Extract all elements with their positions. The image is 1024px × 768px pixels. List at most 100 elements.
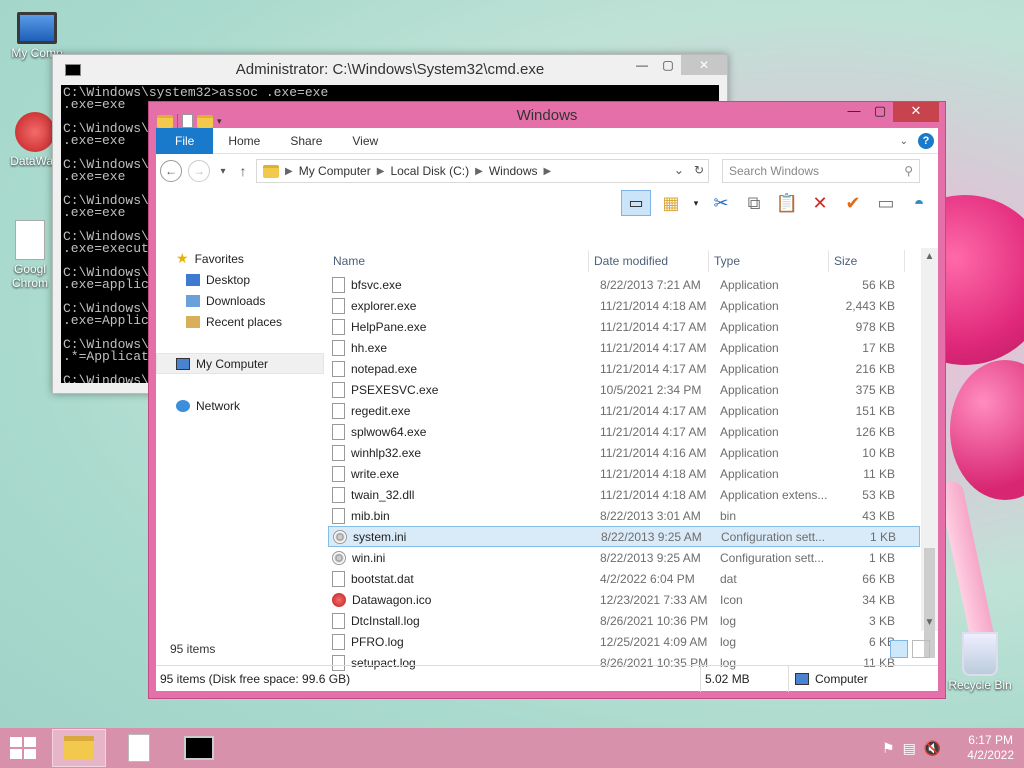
details-view-icon[interactable] [890, 640, 908, 658]
expand-ribbon-icon[interactable]: ⌄ [900, 136, 908, 147]
nav-network[interactable]: Network [156, 395, 324, 416]
shell-icon[interactable]: ◓ [906, 190, 932, 216]
file-date: 11/21/2014 4:17 AM [600, 319, 707, 334]
tab-home[interactable]: Home [213, 128, 275, 154]
file-row[interactable]: win.ini 8/22/2013 9:25 AM Configuration se… [328, 547, 920, 568]
start-button[interactable] [0, 728, 46, 768]
file-row[interactable]: splwow64.exe 11/21/2014 4:17 AM Applicatio… [328, 421, 920, 442]
clock[interactable]: 6:17 PM 4/2/2022 [967, 733, 1014, 763]
scroll-down-icon[interactable]: ▼ [921, 614, 938, 631]
taskbar-explorer[interactable] [52, 729, 106, 767]
desktop-icon-my-computer[interactable]: My Comp [2, 12, 72, 60]
file-name-cell: bootstat.dat [328, 570, 593, 587]
file-size: 53 KB [862, 487, 895, 502]
computer-icon [795, 672, 809, 685]
file-type: Icon [720, 592, 743, 607]
minimize-button[interactable]: — [629, 55, 655, 75]
column-date[interactable]: Date modified [589, 250, 709, 272]
forward-button[interactable]: → [188, 160, 210, 182]
file-row[interactable]: DtcInstall.log 8/26/2021 10:36 PM log 3 KB [328, 610, 920, 631]
network-icon[interactable]: ▤ [903, 740, 916, 757]
taskbar-cmd[interactable] [172, 729, 226, 767]
scroll-up-icon[interactable]: ▲ [921, 248, 938, 265]
breadcrumb-local-disk[interactable]: Local Disk (C:) [390, 164, 469, 178]
properties-icon[interactable] [182, 114, 193, 128]
file-name-cell: winhlp32.exe [328, 444, 593, 461]
file-row[interactable]: regedit.exe 11/21/2014 4:17 AM Application… [328, 400, 920, 421]
file-row[interactable]: notepad.exe 11/21/2014 4:17 AM Application… [328, 358, 920, 379]
file-row[interactable]: hh.exe 11/21/2014 4:17 AM Application 17 KB [328, 337, 920, 358]
tab-share[interactable]: Share [275, 128, 337, 154]
explorer-title-bar[interactable]: ▾ Windows — ▢ ✕ [149, 102, 945, 128]
new-folder-icon[interactable] [197, 114, 213, 128]
file-name: system.ini [353, 529, 407, 544]
nav-recent-places[interactable]: Recent places [156, 311, 324, 332]
up-button[interactable]: ↑ [236, 163, 250, 179]
cut-icon[interactable]: ✂ [708, 190, 734, 216]
file-row[interactable]: write.exe 11/21/2014 4:18 AM Application 11… [328, 463, 920, 484]
taskbar-notepad[interactable] [112, 729, 166, 767]
desktop-icon-recycle-bin[interactable]: Recycle Bin [940, 632, 1020, 692]
maximize-button[interactable]: ▢ [655, 55, 681, 75]
delete-icon[interactable]: ✕ [807, 190, 833, 216]
breadcrumb-my-computer[interactable]: My Computer [299, 164, 371, 178]
column-type[interactable]: Type [709, 250, 829, 272]
explorer-window[interactable]: ▾ Windows — ▢ ✕ File Home Share View ⌄ ?… [148, 101, 946, 699]
file-row[interactable]: PSEXESVC.exe 10/5/2021 2:34 PM Application… [328, 379, 920, 400]
column-size[interactable]: Size [829, 250, 905, 272]
action-center-flag-icon[interactable]: ⚑ [882, 740, 895, 757]
paste-icon[interactable]: 📋 [774, 190, 800, 216]
dropdown-icon[interactable]: ▾ [691, 190, 701, 216]
search-box[interactable]: Search Windows ⚲ [722, 159, 920, 183]
file-row[interactable]: bfsvc.exe 8/22/2013 7:21 AM Application 56 … [328, 274, 920, 295]
file-size: 1 KB [868, 550, 895, 565]
file-date: 4/2/2022 6:04 PM [600, 571, 695, 586]
file-name: hh.exe [351, 340, 388, 355]
rename-check-icon[interactable]: ✔ [840, 190, 866, 216]
cmd-icon [184, 736, 214, 760]
recent-locations-icon[interactable]: ▾ [216, 166, 230, 177]
file-row[interactable]: bootstat.dat 4/2/2022 6:04 PM dat 66 KB [328, 568, 920, 589]
file-row[interactable]: twain_32.dll 11/21/2014 4:18 AM Applicatio… [328, 484, 920, 505]
file-icon [332, 423, 345, 440]
column-name[interactable]: Name [328, 250, 589, 272]
file-row[interactable]: HelpPane.exe 11/21/2014 4:17 AM Applicatio… [328, 316, 920, 337]
address-dropdown-icon[interactable]: ⌄ [674, 163, 684, 177]
file-row[interactable]: mib.bin 8/22/2013 3:01 AM bin 43 KB [328, 505, 920, 526]
properties-check-icon[interactable]: ▦ [658, 190, 684, 216]
back-button[interactable]: ← [160, 160, 182, 182]
close-button[interactable]: ✕ [681, 55, 727, 75]
address-bar[interactable]: ▶ My Computer ▶ Local Disk (C:) ▶ Window… [256, 159, 709, 183]
cmd-title-bar[interactable]: Administrator: C:\Windows\System32\cmd.e… [53, 55, 727, 85]
preview-pane-icon[interactable]: ▭ [621, 190, 651, 216]
nav-my-computer[interactable]: My Computer [156, 353, 324, 374]
breadcrumb-windows[interactable]: Windows [489, 164, 538, 178]
vertical-scrollbar[interactable]: ▲ ▼ [921, 248, 938, 658]
nav-favorites[interactable]: ★ Favorites [156, 248, 324, 269]
nav-downloads[interactable]: Downloads [156, 290, 324, 311]
file-type: Application [720, 403, 779, 418]
maximize-button[interactable]: ▢ [867, 102, 893, 122]
refresh-icon[interactable]: ↻ [694, 163, 704, 177]
file-name: Datawagon.ico [352, 592, 432, 607]
help-icon[interactable]: ? [918, 133, 934, 149]
file-icon [332, 402, 345, 419]
file-row[interactable]: Datawagon.ico 12/23/2021 7:33 AM Icon 34 KB [328, 589, 920, 610]
file-row[interactable]: explorer.exe 11/21/2014 4:18 AM Applicatio… [328, 295, 920, 316]
file-row[interactable]: winhlp32.exe 11/21/2014 4:16 AM Applicatio… [328, 442, 920, 463]
minimize-button[interactable]: — [841, 102, 867, 122]
tab-file[interactable]: File [156, 127, 214, 154]
file-size: 151 KB [855, 403, 895, 418]
nav-desktop[interactable]: Desktop [156, 269, 324, 290]
volume-muted-icon[interactable]: 🔇 [924, 740, 941, 757]
rename-icon[interactable]: ▭ [873, 190, 899, 216]
file-size: 1 KB [869, 529, 896, 544]
large-icons-view-icon[interactable] [912, 640, 930, 658]
file-icon [332, 339, 345, 356]
tab-view[interactable]: View [337, 128, 393, 154]
desktop-icon-chrome[interactable]: Googl Chrom [0, 220, 60, 290]
file-size: 375 KB [855, 382, 895, 397]
copy-icon[interactable]: ⧉ [741, 190, 767, 216]
file-row[interactable]: system.ini 8/22/2013 9:25 AM Configuration… [328, 526, 920, 547]
close-button[interactable]: ✕ [893, 102, 939, 122]
